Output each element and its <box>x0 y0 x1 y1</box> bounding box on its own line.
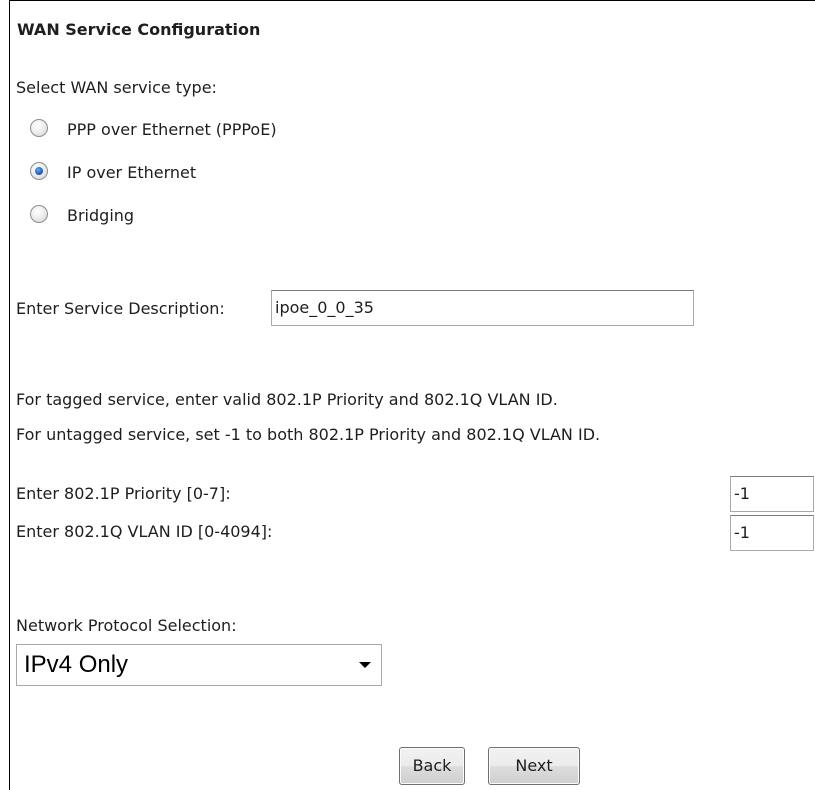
radio-ipoe-label[interactable]: IP over Ethernet <box>67 163 196 182</box>
service-description-label: Enter Service Description: <box>16 299 225 318</box>
untagged-service-note: For untagged service, set -1 to both 802… <box>16 425 601 444</box>
radio-pppoe-label[interactable]: PPP over Ethernet (PPPoE) <box>67 120 277 139</box>
priority-label: Enter 802.1P Priority [0-7]: <box>16 484 231 503</box>
radio-pppoe[interactable] <box>30 119 48 137</box>
radio-bridging-label[interactable]: Bridging <box>67 206 134 225</box>
tagged-service-note: For tagged service, enter valid 802.1P P… <box>16 390 558 409</box>
vlan-id-input[interactable]: -1 <box>730 515 814 551</box>
radio-ipoe[interactable] <box>30 162 48 180</box>
service-type-label: Select WAN service type: <box>16 78 217 97</box>
back-button[interactable]: Back <box>399 747 465 785</box>
radio-bridging[interactable] <box>30 205 48 223</box>
protocol-select-value: IPv4 Only <box>24 651 129 678</box>
protocol-label: Network Protocol Selection: <box>16 616 237 635</box>
priority-input[interactable]: -1 <box>730 476 814 512</box>
vlan-id-label: Enter 802.1Q VLAN ID [0-4094]: <box>16 522 273 541</box>
next-button[interactable]: Next <box>488 747 580 785</box>
service-description-input[interactable]: ipoe_0_0_35 <box>271 290 694 326</box>
protocol-select[interactable]: IPv4 Only <box>16 644 382 686</box>
chevron-down-icon <box>359 662 371 668</box>
page-title: WAN Service Configuration <box>17 20 261 39</box>
